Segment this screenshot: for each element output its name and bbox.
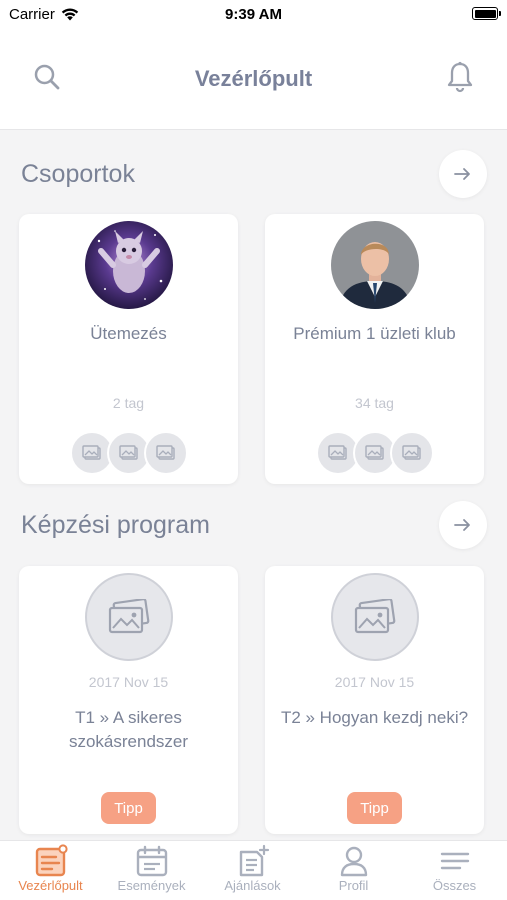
group-avatar — [331, 221, 419, 309]
training-title: T1 » A sikeres szokásrendszer — [68, 708, 189, 751]
image-placeholder-icon — [119, 445, 138, 460]
image-placeholder-icon — [328, 445, 347, 460]
tab-label: Összes — [432, 878, 477, 893]
training-image-placeholder — [85, 573, 173, 661]
image-placeholder-icon — [354, 599, 396, 634]
tab-events[interactable]: Események — [101, 841, 202, 900]
group-name: Ütemezés — [90, 324, 167, 343]
tab-label: Események — [117, 878, 186, 893]
member-avatar-placeholder — [144, 431, 188, 475]
member-avatar-placeholder — [390, 431, 434, 475]
image-placeholder-icon — [82, 445, 101, 460]
groups-section-title: Csoportok — [21, 160, 135, 188]
businessman-portrait-image — [331, 221, 419, 309]
arrow-right-icon — [454, 519, 470, 531]
notifications-button[interactable] — [446, 61, 474, 98]
training-section-title: Képzési program — [21, 511, 210, 539]
recommendation-icon — [239, 844, 270, 877]
image-placeholder-icon — [365, 445, 384, 460]
tip-badge: Tipp — [101, 792, 156, 824]
tab-label: Ajánlások — [224, 878, 281, 893]
training-date: 2017 Nov 15 — [88, 674, 169, 690]
tab-bar: Vezérlőpult Események Ajánlások Profil Ö… — [0, 840, 507, 900]
training-image-placeholder — [331, 573, 419, 661]
training-card[interactable]: 2017 Nov 15 T1 » A sikeres szokásrendsze… — [19, 566, 238, 834]
member-avatars — [70, 431, 188, 475]
group-card[interactable]: Ütemezés 2 tag — [19, 214, 238, 484]
cat-galaxy-image — [85, 221, 173, 309]
tab-recommendations[interactable]: Ajánlások — [202, 841, 303, 900]
tip-badge: Tipp — [347, 792, 402, 824]
battery-icon — [472, 7, 501, 20]
groups-see-all-button[interactable] — [439, 150, 487, 198]
status-time: 9:39 AM — [225, 6, 282, 23]
arrow-right-icon — [454, 168, 470, 180]
group-member-count: 34 tag — [355, 395, 394, 411]
profile-icon — [340, 846, 368, 877]
group-name: Prémium 1 üzleti klub — [293, 324, 456, 343]
tab-label: Vezérlőpult — [18, 878, 83, 893]
tab-label: Profil — [338, 878, 369, 893]
nav-header: Vezérlőpult — [0, 30, 507, 130]
training-see-all-button[interactable] — [439, 501, 487, 549]
image-placeholder-icon — [108, 599, 150, 634]
tab-all[interactable]: Összes — [404, 841, 505, 900]
image-placeholder-icon — [402, 445, 421, 460]
dashboard-icon — [35, 844, 68, 877]
group-member-count: 2 tag — [112, 395, 145, 411]
menu-icon — [440, 852, 470, 870]
image-placeholder-icon — [156, 445, 175, 460]
bell-icon — [447, 61, 473, 93]
group-card[interactable]: Prémium 1 üzleti klub 34 tag — [265, 214, 484, 484]
tab-dashboard[interactable]: Vezérlőpult — [0, 841, 101, 900]
training-title: T2 » Hogyan kezdj neki? — [280, 708, 469, 727]
tab-profile[interactable]: Profil — [303, 841, 404, 900]
member-avatars — [316, 431, 434, 475]
training-card[interactable]: 2017 Nov 15 T2 » Hogyan kezdj neki? Tipp — [265, 566, 484, 834]
training-date: 2017 Nov 15 — [334, 674, 415, 690]
calendar-icon — [136, 845, 168, 877]
status-bar: Carrier 9:39 AM — [0, 0, 507, 30]
group-avatar — [85, 221, 173, 309]
page-title: Vezérlőpult — [194, 66, 313, 91]
